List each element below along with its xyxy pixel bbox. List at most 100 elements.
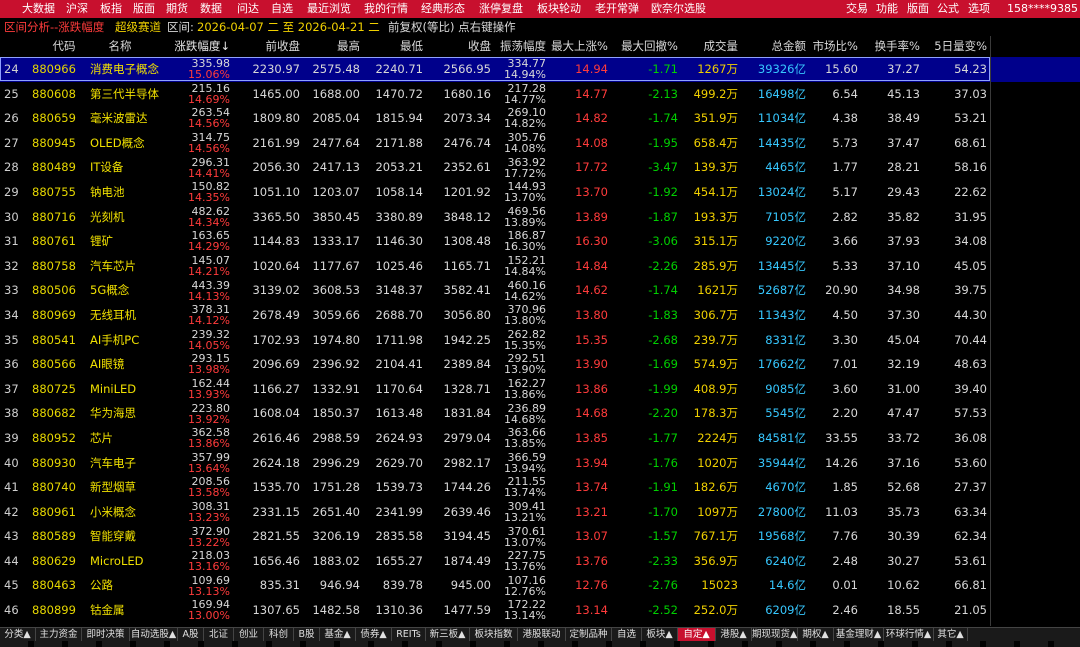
tab-5[interactable]: 北证	[204, 628, 234, 641]
cell-high: 1883.02	[312, 553, 360, 568]
column-header[interactable]: 最高	[300, 36, 360, 56]
menu-item[interactable]: 沪深	[66, 0, 88, 18]
cell-code: 880740	[32, 480, 76, 495]
menu-item[interactable]: 老开常弹	[595, 0, 639, 18]
cell-low: 2171.88	[375, 135, 423, 150]
range-dates[interactable]: 2026-04-07 二 至 2026-04-21 二	[197, 18, 380, 36]
table-row[interactable]: 42 880961 小米概念 308.31 13.23% 2331.15 2651.40 23…	[0, 500, 1080, 525]
menu-item[interactable]: 数据	[200, 0, 222, 18]
menu-item[interactable]: 最近浏览	[307, 0, 351, 18]
cell-high: 1203.07	[312, 184, 360, 199]
menu-item[interactable]: 功能	[876, 0, 898, 18]
tab-24[interactable]: 其它▲	[934, 628, 968, 641]
column-header[interactable]: 最大上涨%	[546, 36, 608, 56]
column-header[interactable]: 最大回撤%	[608, 36, 678, 56]
tab-14[interactable]: 港股联动	[518, 628, 566, 641]
table-row[interactable]: 28 880489 IT设备 296.31 14.41% 2056.30 2417.13 20…	[0, 155, 1080, 180]
menu-item[interactable]: 我的行情	[364, 0, 408, 18]
menu-item[interactable]: 自选	[271, 0, 293, 18]
column-header[interactable]: 换手率%	[858, 36, 920, 56]
table-row[interactable]: 38 880682 华为海思 223.80 13.92% 1608.04 1850.37 16…	[0, 401, 1080, 426]
column-header[interactable]: 最低	[360, 36, 423, 56]
table-row[interactable]: 30 880716 光刻机 482.62 14.34% 3365.50 3850.45 338…	[0, 205, 1080, 230]
column-header[interactable]: 振荡幅度	[491, 36, 546, 56]
menu-item[interactable]: 版面	[133, 0, 155, 18]
tab-11[interactable]: REITs	[392, 628, 426, 641]
tab-6[interactable]: 创业	[234, 628, 264, 641]
table-row[interactable]: 41 880740 新型烟草 208.56 13.58% 1535.70 1751.28 15…	[0, 475, 1080, 500]
column-header[interactable]: 成交量	[678, 36, 739, 56]
menu-item[interactable]: 交易	[846, 0, 868, 18]
tab-3[interactable]: 自动选股▲	[130, 628, 178, 641]
menu-item[interactable]: 板指	[100, 0, 122, 18]
table-row[interactable]: 36 880566 AI眼镜 293.15 13.98% 2096.69 2396.92 21…	[0, 352, 1080, 377]
tab-0[interactable]: 分类▲	[0, 628, 36, 641]
column-header[interactable]: 市场比%	[806, 36, 858, 56]
tab-8[interactable]: B股	[294, 628, 320, 641]
tab-23[interactable]: 环球行情▲	[884, 628, 934, 641]
table-row[interactable]: 40 880930 汽车电子 357.99 13.64% 2624.18 2996.29 26…	[0, 451, 1080, 476]
table-row[interactable]: 24 880966 消费电子概念 335.98 15.06% 2230.97 2575.48…	[0, 57, 1080, 82]
menu-item[interactable]: 涨停复盘	[479, 0, 523, 18]
table-row[interactable]: 37 880725 MiniLED 162.44 13.93% 1166.27 1332.9…	[0, 377, 1080, 402]
adjust-mode: 前复权(等比) 点右键操作	[388, 20, 516, 34]
table-row[interactable]: 34 880969 无线耳机 378.31 14.12% 2678.49 3059.66 26…	[0, 303, 1080, 328]
tab-2[interactable]: 即时决策	[82, 628, 130, 641]
cell-volume-change-5d: 39.40	[954, 381, 987, 396]
tab-20[interactable]: 期现现货▲	[752, 628, 798, 641]
tab-12[interactable]: 新三板▲	[426, 628, 470, 641]
menu-item[interactable]: 选项	[968, 0, 990, 18]
tab-18[interactable]: 自定▲	[678, 628, 716, 641]
column-header[interactable]: 前收盘	[230, 36, 301, 56]
table-row[interactable]: 45 880463 公路 109.69 13.13% 835.31 946.94 839.78…	[0, 573, 1080, 598]
menu-item[interactable]: 期货	[166, 0, 188, 18]
table-row[interactable]: 26 880659 毫米波雷达 263.54 14.56% 1809.80 2085.04 1…	[0, 106, 1080, 131]
tab-9[interactable]: 基金▲	[320, 628, 356, 641]
table-row[interactable]: 25 880608 第三代半导体 215.16 14.69% 1465.00 1688.00…	[0, 82, 1080, 107]
account-label[interactable]: 158****9385	[1007, 0, 1078, 18]
track-label[interactable]: 超级赛道	[115, 18, 161, 36]
cell-change: 296.31 14.41%	[150, 155, 230, 180]
table-row[interactable]: 35 880541 AI手机PC 239.32 14.05% 1702.93 1974.80…	[0, 328, 1080, 353]
tab-22[interactable]: 基金理财▲	[834, 628, 884, 641]
table-row[interactable]: 27 880945 OLED概念 314.75 14.56% 2161.99 2477.64…	[0, 131, 1080, 156]
tab-13[interactable]: 板块指数	[470, 628, 518, 641]
column-header[interactable]: 总金额	[738, 36, 807, 56]
table-row[interactable]: 32 880758 汽车芯片 145.07 14.21% 1020.64 1177.67 10…	[0, 254, 1080, 279]
tab-21[interactable]: 期权▲	[798, 628, 834, 641]
cell-idx: 41	[4, 480, 19, 495]
menu-item[interactable]: 板块轮动	[537, 0, 581, 18]
table-row[interactable]: 31 880761 锂矿 163.65 14.29% 1144.83 1333.17 1146…	[0, 229, 1080, 254]
menu-item[interactable]: 问达	[237, 0, 259, 18]
amplitude-percent: 14.68%	[504, 412, 546, 426]
cell-volume-change-5d: 36.08	[954, 430, 987, 445]
table-row[interactable]: 29 880755 钠电池 150.82 14.35% 1051.10 1203.07 105…	[0, 180, 1080, 205]
table-row[interactable]: 33 880506 5G概念 443.39 14.13% 3139.02 3608.53 31…	[0, 278, 1080, 303]
table-row[interactable]: 44 880629 MicroLED 218.03 13.16% 1656.46 1883.…	[0, 549, 1080, 574]
menu-item[interactable]: 大数据	[22, 0, 55, 18]
tab-16[interactable]: 自选	[612, 628, 642, 641]
cell-max-drawdown: -1.74	[648, 111, 678, 126]
menu-item[interactable]: 欧奈尔选股	[651, 0, 706, 18]
cell-amount: 52687亿	[757, 283, 806, 298]
tab-4[interactable]: A股	[178, 628, 204, 641]
menu-item[interactable]: 公式	[937, 0, 959, 18]
column-header[interactable]: 5日量变%	[920, 36, 987, 56]
menu-item[interactable]: 经典形态	[421, 0, 465, 18]
column-header[interactable]: 名称	[90, 36, 150, 56]
tab-17[interactable]: 板块▲	[642, 628, 678, 641]
tab-15[interactable]: 定制品种	[566, 628, 612, 641]
tab-1[interactable]: 主力资金	[36, 628, 82, 641]
tab-19[interactable]: 港股▲	[716, 628, 752, 641]
cell-amplitude: 363.66 13.85%	[491, 426, 546, 451]
table-row[interactable]: 43 880589 智能穿戴 372.90 13.22% 2821.55 3206.19 28…	[0, 524, 1080, 549]
menu-item[interactable]: 版面	[907, 0, 929, 18]
tab-10[interactable]: 债券▲	[356, 628, 392, 641]
cell-max-up: 13.07	[575, 529, 608, 544]
column-header[interactable]: 代码	[32, 36, 96, 56]
table-row[interactable]: 39 880952 芯片 362.58 13.86% 2616.46 2988.59 2624…	[0, 426, 1080, 451]
tab-7[interactable]: 科创	[264, 628, 294, 641]
column-header[interactable]: 收盘	[423, 36, 491, 56]
table-row[interactable]: 46 880899 钴金属 169.94 13.00% 1307.65 1482.58 131…	[0, 598, 1080, 623]
column-header[interactable]: 涨跌幅度↓	[150, 36, 230, 56]
